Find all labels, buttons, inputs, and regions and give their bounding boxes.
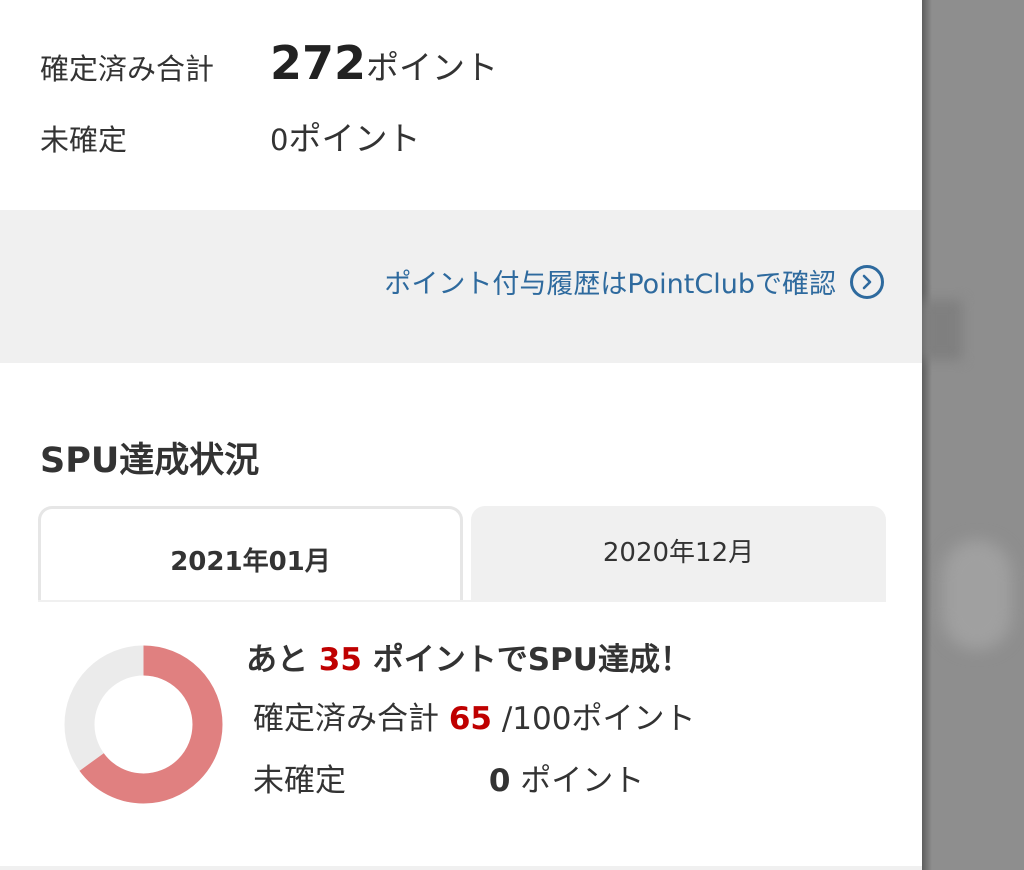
remaining-value: 35	[318, 642, 362, 678]
overlay-shadow	[922, 0, 932, 870]
unconfirmed-value: 0	[270, 123, 289, 157]
spu-progress-donut	[64, 645, 223, 804]
spu-confirmed-total: /100ポイント	[501, 701, 696, 737]
unconfirmed-label: 未確定	[40, 123, 128, 157]
history-band: ポイント付与履歴はPointClubで確認	[0, 210, 922, 363]
unconfirmed-unit: ポイント	[288, 119, 421, 158]
confirmed-total-label: 確定済み合計	[40, 52, 215, 86]
remaining-suffix: ポイントでSPU達成！	[372, 642, 691, 678]
confirmed-total-value: 272	[270, 36, 367, 90]
confirmed-total-unit: ポイント	[366, 48, 499, 87]
points-panel: 確定済み合計 272 ポイント 未確定 0 ポイント ポイント付与履歴はPoin…	[0, 0, 922, 870]
tab-2021-01[interactable]: 2021年01月	[38, 506, 463, 602]
spu-confirmed-label: 確定済み合計	[253, 701, 439, 737]
spu-confirmed-row: 確定済み合計 65 /100ポイント	[253, 693, 695, 738]
spu-unconfirmed-value: 0	[488, 763, 511, 799]
bottom-divider	[0, 866, 922, 870]
tab-divider	[38, 600, 886, 602]
tab-2020-12[interactable]: 2020年12月	[471, 506, 886, 600]
confirmed-total-row: 確定済み合計 272 ポイント	[40, 36, 498, 90]
chevron-right-circle-icon	[850, 264, 884, 299]
spu-unconfirmed-row: 未確定 0 ポイント	[253, 755, 644, 800]
remaining-prefix: あと	[246, 642, 308, 678]
spu-confirmed-value: 65	[448, 701, 492, 737]
background-overlay[interactable]	[922, 0, 1024, 870]
unconfirmed-row: 未確定 0 ポイント	[40, 112, 420, 160]
spu-remaining-text: あと 35 ポイントでSPU達成！	[246, 634, 691, 679]
blurred-background-shape	[942, 540, 1012, 650]
pointclub-history-label: ポイント付与履歴はPointClubで確認	[384, 269, 836, 300]
spu-unconfirmed-unit: ポイント	[520, 763, 645, 799]
spu-section-title: SPU達成状況	[40, 441, 260, 481]
spu-month-tabs: 2021年01月 2020年12月	[38, 506, 886, 602]
spu-unconfirmed-label: 未確定	[253, 763, 346, 799]
pointclub-history-link[interactable]: ポイント付与履歴はPointClubで確認	[384, 262, 884, 301]
blurred-background-shape	[922, 300, 962, 360]
